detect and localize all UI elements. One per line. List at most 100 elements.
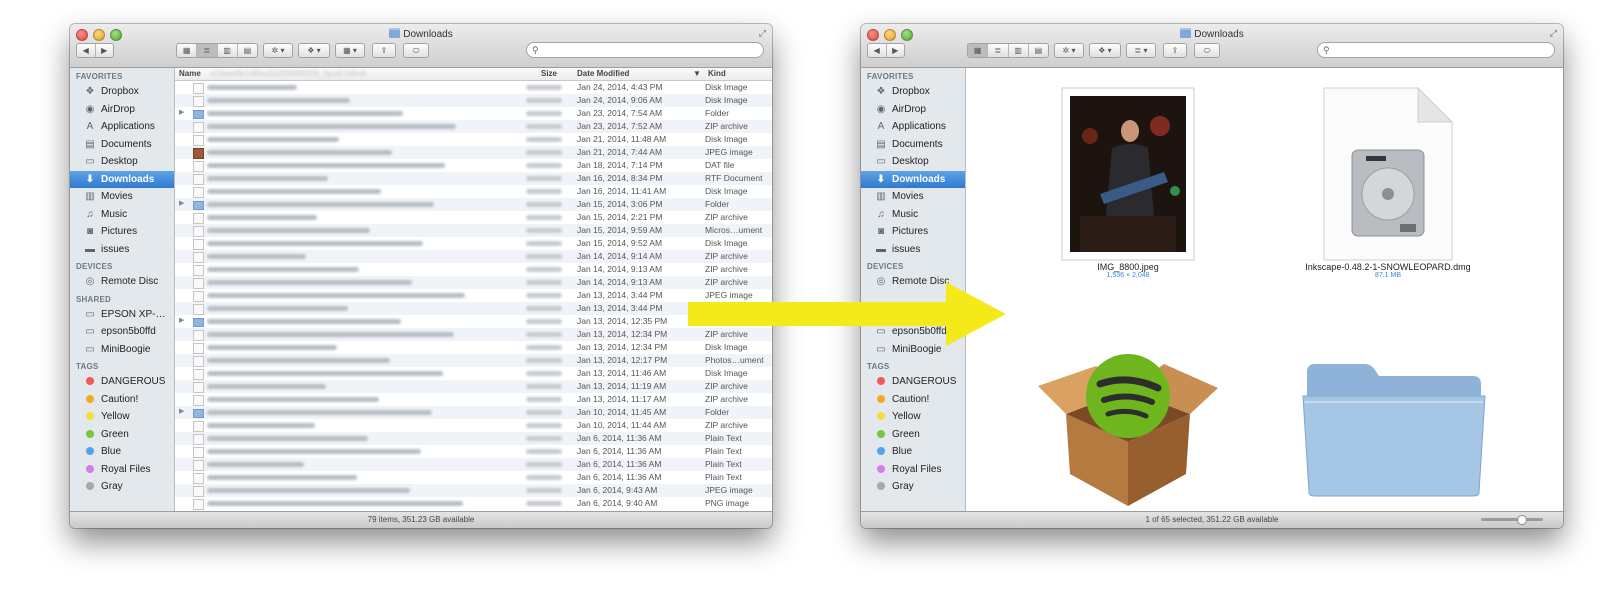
table-row[interactable]: Jan 6, 2014, 11:36 AM Plain Text — [175, 471, 772, 484]
table-row[interactable]: Jan 13, 2014, 12:34 PM ZIP archive — [175, 328, 772, 341]
fullscreen-icon[interactable]: ⤢ — [1550, 28, 1557, 39]
sidebar-tag-item[interactable]: Caution! — [70, 391, 174, 409]
file-item-spotify-installer[interactable] — [1028, 346, 1228, 508]
sidebar-item-dropbox[interactable]: ❖ Dropbox — [70, 83, 174, 101]
sidebar-item-music[interactable]: ♫ Music — [70, 206, 174, 224]
sidebar-item-airdrop[interactable]: ◉ AirDrop — [861, 101, 965, 119]
sidebar-item-pictures[interactable]: ◙ Pictures — [861, 223, 965, 241]
sidebar-tag-item[interactable]: DANGEROUS — [861, 373, 965, 391]
table-row[interactable]: Jan 6, 2014, 11:36 AM Plain Text — [175, 445, 772, 458]
slider-knob[interactable] — [1517, 515, 1527, 525]
back-forward-buttons[interactable]: ◀ ▶ — [76, 43, 114, 58]
sidebar-item-epson5b0ffd[interactable]: ▭ epson5b0ffd — [70, 323, 174, 341]
table-row[interactable]: Jan 14, 2014, 9:13 AM ZIP archive — [175, 263, 772, 276]
sidebar-tag-item[interactable]: Yellow — [70, 408, 174, 426]
table-row[interactable]: Jan 13, 2014, 3:44 PM — [175, 302, 772, 315]
table-row[interactable]: ▶ Jan 13, 2014, 12:35 PM — [175, 315, 772, 328]
table-row[interactable]: ▶ Jan 15, 2014, 3:06 PM Folder — [175, 198, 772, 211]
sidebar-item-movies[interactable]: ▥ Movies — [861, 188, 965, 206]
sidebar-tag-item[interactable]: Green — [70, 426, 174, 444]
table-row[interactable]: Jan 18, 2014, 7:14 PM DAT file — [175, 159, 772, 172]
table-row[interactable]: Jan 21, 2014, 7:44 AM JPEG image — [175, 146, 772, 159]
sidebar-tag-item[interactable]: Royal Files — [861, 461, 965, 479]
column-header-kind[interactable]: Kind — [708, 69, 726, 78]
icon-view-icon[interactable]: ▦ — [177, 44, 198, 57]
table-row[interactable]: Jan 10, 2014, 11:44 AM ZIP archive — [175, 419, 772, 432]
list-view-icon[interactable]: ≣ — [988, 44, 1009, 57]
disclosure-triangle-icon[interactable]: ▶ — [179, 316, 184, 324]
sidebar-item-music[interactable]: ♫ Music — [861, 206, 965, 224]
table-row[interactable]: Jan 13, 2014, 11:19 AM ZIP archive — [175, 380, 772, 393]
column-header-size[interactable]: Size — [541, 69, 557, 78]
sidebar-item-applications[interactable]: A Applications — [861, 118, 965, 136]
back-icon[interactable]: ◀ — [77, 44, 96, 57]
sidebar-tag-item[interactable]: Gray — [70, 478, 174, 496]
icon-size-slider[interactable] — [1481, 515, 1543, 525]
table-row[interactable]: Jan 21, 2014, 11:48 AM Disk Image — [175, 133, 772, 146]
cover-flow-icon[interactable]: ▤ — [238, 44, 257, 57]
cover-flow-icon[interactable]: ▤ — [1029, 44, 1048, 57]
table-row[interactable]: Jan 16, 2014, 8:34 PM RTF Document — [175, 172, 772, 185]
back-icon[interactable]: ◀ — [868, 44, 887, 57]
view-mode-control[interactable]: ▦ ≣ ▥ ▤ — [967, 43, 1049, 58]
view-mode-control[interactable]: ▦ ≣ ▥ ▤ — [176, 43, 258, 58]
file-item-img-8800[interactable]: IMG_8800.jpeg 1,536 × 2,048 — [1038, 86, 1218, 279]
tags-button[interactable]: ⬭ — [403, 43, 429, 58]
search-field[interactable]: ⚲ — [526, 42, 764, 58]
table-row[interactable]: Jan 13, 2014, 3:44 PM JPEG image — [175, 289, 772, 302]
table-row[interactable]: Jan 6, 2014, 11:36 AM Plain Text — [175, 432, 772, 445]
sidebar-item-remote-disc[interactable]: ◎ Remote Disc — [70, 273, 174, 291]
table-row[interactable]: Jan 15, 2014, 2:21 PM ZIP archive — [175, 211, 772, 224]
sidebar-item-issues[interactable]: ▬ issues — [70, 241, 174, 259]
table-row[interactable]: Jan 13, 2014, 11:46 AM Disk Image — [175, 367, 772, 380]
arrange-button[interactable]: ▦ ▾ — [335, 43, 365, 58]
action-gear-button[interactable]: ✲ ▾ — [263, 43, 293, 58]
column-view-icon[interactable]: ▥ — [1009, 44, 1029, 57]
sidebar-item-downloads[interactable]: ⬇ Downloads — [70, 170, 174, 188]
sidebar-item-downloads[interactable]: ⬇ Downloads — [861, 170, 965, 188]
forward-icon[interactable]: ▶ — [96, 44, 114, 57]
back-forward-buttons[interactable]: ◀ ▶ — [867, 43, 905, 58]
sidebar-item-airdrop[interactable]: ◉ AirDrop — [70, 101, 174, 119]
sidebar-tag-item[interactable]: Yellow — [861, 408, 965, 426]
arrange-button[interactable]: ≣ ▾ — [1126, 43, 1156, 58]
table-row[interactable]: Jan 24, 2014, 9:06 AM Disk Image — [175, 94, 772, 107]
sidebar-item-pictures[interactable]: ◙ Pictures — [70, 223, 174, 241]
fullscreen-icon[interactable]: ⤢ — [759, 28, 766, 39]
icon-view-icon[interactable]: ▦ — [968, 44, 989, 57]
action-gear-button[interactable]: ✲ ▾ — [1054, 43, 1084, 58]
sidebar-tag-item[interactable]: Caution! — [861, 391, 965, 409]
table-row[interactable]: Jan 14, 2014, 9:13 AM ZIP archive — [175, 276, 772, 289]
table-row[interactable]: Jan 13, 2014, 12:17 PM Photos…ument — [175, 354, 772, 367]
table-row[interactable]: ▶ Jan 23, 2014, 7:54 AM Folder — [175, 107, 772, 120]
search-field[interactable]: ⚲ — [1317, 42, 1555, 58]
table-row[interactable]: ▶ Jan 10, 2014, 11:45 AM Folder — [175, 406, 772, 419]
table-row[interactable]: Jan 14, 2014, 9:14 AM ZIP archive — [175, 250, 772, 263]
sidebar-tag-item[interactable]: Blue — [861, 443, 965, 461]
disclosure-triangle-icon[interactable]: ▶ — [179, 108, 184, 116]
table-row[interactable]: Jan 6, 2014, 9:40 AM PNG image — [175, 497, 772, 510]
dropbox-menu-button[interactable]: ❖ ▾ — [1089, 43, 1121, 58]
sidebar-item-documents[interactable]: ▤ Documents — [70, 136, 174, 154]
sidebar-tag-item[interactable]: Royal Files — [70, 461, 174, 479]
sidebar-item-movies[interactable]: ▥ Movies — [70, 188, 174, 206]
sidebar-tag-item[interactable]: Gray — [861, 478, 965, 496]
sidebar-item-epson-xp[interactable]: ▭ EPSON XP-… — [70, 306, 174, 324]
table-row[interactable]: Jan 23, 2014, 7:52 AM ZIP archive — [175, 120, 772, 133]
tags-button[interactable]: ⬭ — [1194, 43, 1220, 58]
file-item-folder[interactable] — [1296, 358, 1492, 498]
column-view-icon[interactable]: ▥ — [218, 44, 238, 57]
table-row[interactable]: Jan 16, 2014, 11:41 AM Disk Image — [175, 185, 772, 198]
sidebar-item-desktop[interactable]: ▭ Desktop — [861, 153, 965, 171]
table-row[interactable]: Jan 6, 2014, 11:36 AM Plain Text — [175, 458, 772, 471]
table-row[interactable]: Jan 13, 2014, 12:34 PM Disk Image — [175, 341, 772, 354]
list-view-icon[interactable]: ≣ — [197, 44, 218, 57]
sidebar-item-desktop[interactable]: ▭ Desktop — [70, 153, 174, 171]
column-header-name[interactable]: Name — [179, 69, 201, 78]
table-row[interactable]: Jan 15, 2014, 9:52 AM Disk Image — [175, 237, 772, 250]
sidebar-tag-item[interactable]: DANGEROUS — [70, 373, 174, 391]
sidebar-tag-item[interactable]: Blue — [70, 443, 174, 461]
share-button[interactable]: ⇪ — [1163, 43, 1187, 58]
share-button[interactable]: ⇪ — [372, 43, 396, 58]
file-item-inkscape-dmg[interactable]: Inkscape-0.48.2-1-SNOWLEOPARD.dmg 87.1 M… — [1288, 86, 1488, 279]
